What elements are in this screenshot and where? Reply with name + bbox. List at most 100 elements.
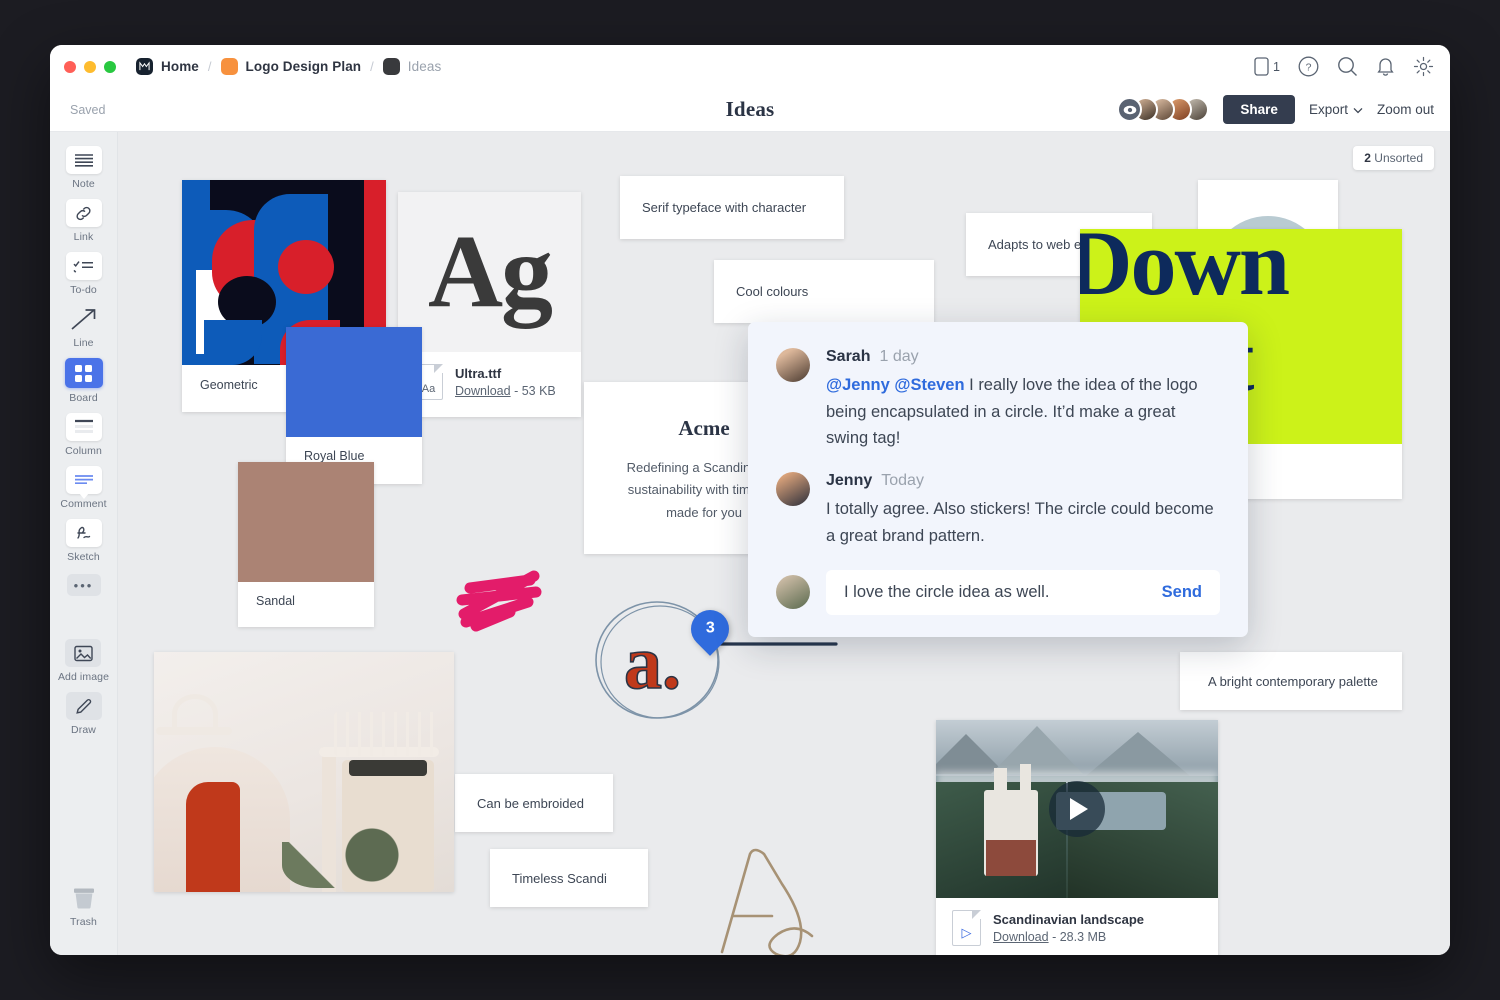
video-file-size: 28.3 MB (1059, 930, 1107, 944)
svg-text:?: ? (1306, 62, 1312, 74)
draw-pencil-icon (65, 692, 102, 720)
comment-author: Sarah (826, 348, 871, 365)
mobile-icon[interactable]: 1 (1254, 57, 1280, 76)
breadcrumb-item-logo-design-plan[interactable]: Logo Design Plan (220, 58, 362, 75)
sidebar-item-sketch[interactable]: Sketch (65, 519, 102, 563)
sidebar-item-line[interactable]: Line (66, 305, 102, 349)
breadcrumb-item-home[interactable]: Home (136, 58, 199, 75)
sidebar-item-note[interactable]: Note (65, 146, 102, 190)
export-label: Export (1308, 102, 1348, 117)
avatar[interactable] (776, 472, 810, 507)
video-file-icon: ▷ (952, 910, 981, 946)
video-download-link[interactable]: Download (993, 930, 1049, 944)
video-file-meta: Download - 28.3 MB (993, 930, 1107, 944)
sidebar-item-comment[interactable]: Comment (60, 466, 107, 510)
board-canvas[interactable]: 2 Unsorted Geometric Ag Aa Ultra.ttf Dow… (118, 132, 1450, 955)
dark-square-icon (382, 58, 400, 75)
app-window: Home / Logo Design Plan / Ideas 1 ? Save… (50, 45, 1450, 955)
sidebar-label-board: Board (69, 392, 98, 404)
comment-body: I totally agree. Also stickers! The circ… (826, 500, 1214, 545)
video-file-row: ▷ Scandinavian landscape Download - 28.3… (936, 898, 1218, 955)
avatar-current-user[interactable] (776, 575, 810, 610)
sidebar-label-draw: Draw (71, 724, 96, 736)
note-card[interactable]: Timeless Scandi (490, 849, 648, 907)
card-royal-blue[interactable]: Royal Blue (286, 327, 422, 484)
mobile-device-count: 1 (1273, 59, 1280, 74)
comment-mentions[interactable]: @Jenny @Steven (826, 376, 965, 394)
export-button[interactable]: Export (1309, 102, 1363, 117)
reply-box[interactable]: Send (826, 569, 1220, 615)
sidebar-item-more[interactable]: ••• (66, 574, 101, 596)
comment-author: Jenny (826, 472, 873, 490)
card-sandal[interactable]: Sandal (238, 462, 374, 627)
window-controls[interactable] (64, 60, 116, 73)
breadcrumb-label-ideas: Ideas (407, 59, 442, 74)
file-name: Ultra.ttf (455, 366, 502, 381)
video-thumbnail[interactable] (936, 720, 1218, 898)
sidebar-item-trash[interactable]: Trash (66, 884, 102, 928)
svg-text:a.: a. (624, 621, 681, 705)
sidebar-item-todo[interactable]: To-do (65, 252, 102, 296)
comment-thread-item: Sarah 1 day @Jenny @Steven I really love… (776, 348, 1220, 452)
board-icon (64, 358, 103, 388)
card-photo-clothing-rack[interactable] (154, 652, 454, 892)
play-button[interactable] (1049, 781, 1105, 837)
settings-icon[interactable] (1413, 56, 1434, 77)
search-icon[interactable] (1337, 56, 1358, 77)
play-triangle-icon (1070, 798, 1088, 820)
avatar[interactable] (776, 348, 810, 382)
line-arrow-icon (66, 305, 102, 333)
breadcrumb-label-logo-design-plan: Logo Design Plan (245, 59, 362, 74)
breadcrumb: Home / Logo Design Plan / Ideas (136, 58, 441, 75)
downeffect-line1: Down (1080, 229, 1290, 314)
royal-blue-chip (286, 327, 422, 437)
note-text: A bright contemporary palette (1208, 673, 1378, 689)
sandal-label: Sandal (256, 594, 295, 608)
file-row: Aa Ultra.ttf Download - 53 KB (398, 352, 581, 412)
comment-header: Sarah 1 day (826, 348, 1220, 366)
file-size: 53 KB (521, 384, 556, 398)
notifications-icon[interactable] (1376, 56, 1395, 77)
comment-thread-item: Jenny Today I totally agree. Also sticke… (776, 472, 1220, 549)
sidebar-item-draw[interactable]: Draw (65, 692, 102, 736)
link-icon (65, 199, 102, 227)
sidebar-item-link[interactable]: Link (65, 199, 102, 243)
note-card[interactable]: A bright contemporary palette (1180, 652, 1402, 710)
sandal-chip (238, 462, 374, 582)
minimize-window-button[interactable] (84, 60, 96, 73)
download-link[interactable]: Download (455, 384, 511, 398)
send-button[interactable]: Send (1162, 583, 1202, 602)
sidebar-label-link: Link (73, 231, 94, 243)
trash-icon (66, 884, 102, 912)
sidebar-label-column: Column (65, 445, 102, 457)
app-body: Note Link To-do Line Board Column Commen… (50, 132, 1450, 955)
maximize-window-button[interactable] (104, 60, 116, 73)
sidebar-item-board[interactable]: Board (64, 358, 103, 404)
add-image-icon (65, 639, 102, 667)
note-card[interactable]: Cool colours (714, 260, 934, 323)
sidebar-item-column[interactable]: Column (65, 413, 102, 457)
subbar-actions: Share Export Zoom out (1117, 95, 1434, 124)
comment-popup[interactable]: Sarah 1 day @Jenny @Steven I really love… (748, 322, 1248, 637)
tool-sidebar: Note Link To-do Line Board Column Commen… (50, 132, 118, 955)
help-icon[interactable]: ? (1298, 56, 1319, 77)
note-card[interactable]: Can be embroided (455, 774, 613, 832)
sidebar-item-add-image[interactable]: Add image (58, 639, 109, 683)
play-small-icon: ▷ (961, 925, 972, 940)
close-window-button[interactable] (64, 60, 76, 73)
unsorted-badge[interactable]: 2 Unsorted (1353, 146, 1434, 170)
breadcrumb-item-ideas[interactable]: Ideas (382, 58, 442, 75)
title-bar: Home / Logo Design Plan / Ideas 1 ? (50, 45, 1450, 88)
note-card[interactable]: Serif typeface with character (620, 176, 844, 239)
sub-toolbar: Saved Ideas Share Export Zoom out (50, 88, 1450, 132)
sidebar-label-trash: Trash (70, 916, 97, 928)
comment-pin-count: 3 (705, 620, 715, 637)
zoom-out-button[interactable]: Zoom out (1377, 102, 1434, 117)
sidebar-label-add-image: Add image (57, 671, 110, 683)
font-preview: Ag (398, 192, 581, 352)
collaborator-avatars[interactable] (1117, 97, 1210, 122)
reply-input[interactable] (844, 582, 1148, 602)
card-font-file[interactable]: Ag Aa Ultra.ttf Download - 53 KB (398, 192, 581, 417)
share-button[interactable]: Share (1223, 95, 1295, 124)
card-video[interactable]: ▷ Scandinavian landscape Download - 28.3… (936, 720, 1218, 955)
